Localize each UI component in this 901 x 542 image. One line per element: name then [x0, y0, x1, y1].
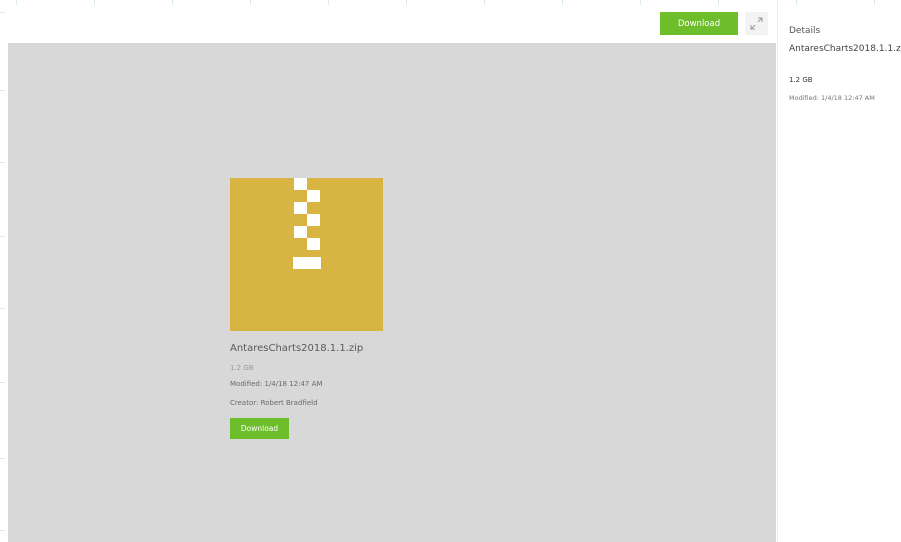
ruler-tick [94, 0, 95, 5]
file-viewer: Download AntaresCharts2018.1.1.zip 1.2 G… [0, 0, 901, 542]
ruler-tick [0, 530, 5, 531]
ruler-tick [406, 0, 407, 5]
ruler-tick [250, 0, 251, 5]
panel-divider [777, 0, 778, 542]
ruler-tick [562, 0, 563, 5]
file-size: 1.2 GB [230, 364, 254, 372]
ruler-tick [0, 162, 5, 163]
zip-file-icon [230, 178, 383, 331]
details-modified-date: Modified: 1/4/18 12:47 AM [789, 94, 875, 102]
ruler-tick [0, 458, 5, 459]
expand-icon [750, 17, 763, 30]
file-modified-date: Modified: 1/4/18 12:47 AM [230, 380, 323, 388]
preview-pane [8, 43, 776, 542]
ruler-tick [0, 382, 5, 383]
file-creator: Creator: Robert Bradfield [230, 399, 318, 407]
ruler-tick [0, 236, 5, 237]
expand-button[interactable] [745, 12, 768, 35]
ruler-tick [172, 0, 173, 5]
ruler-tick [0, 12, 5, 13]
ruler-tick [16, 0, 17, 5]
ruler-tick [0, 90, 5, 91]
ruler-tick [484, 0, 485, 5]
ruler-tick [874, 0, 875, 5]
ruler-tick [640, 0, 641, 5]
details-file-name: AntaresCharts2018.1.1.zip [789, 44, 901, 54]
ruler-tick [0, 308, 5, 309]
ruler-tick [718, 0, 719, 5]
download-button[interactable]: Download [660, 12, 738, 35]
ruler-tick [328, 0, 329, 5]
details-file-size: 1.2 GB [789, 76, 813, 84]
file-name: AntaresCharts2018.1.1.zip [230, 343, 364, 354]
details-title: Details [789, 26, 821, 36]
preview-download-button[interactable]: Download [230, 418, 289, 439]
ruler-tick [796, 0, 797, 5]
